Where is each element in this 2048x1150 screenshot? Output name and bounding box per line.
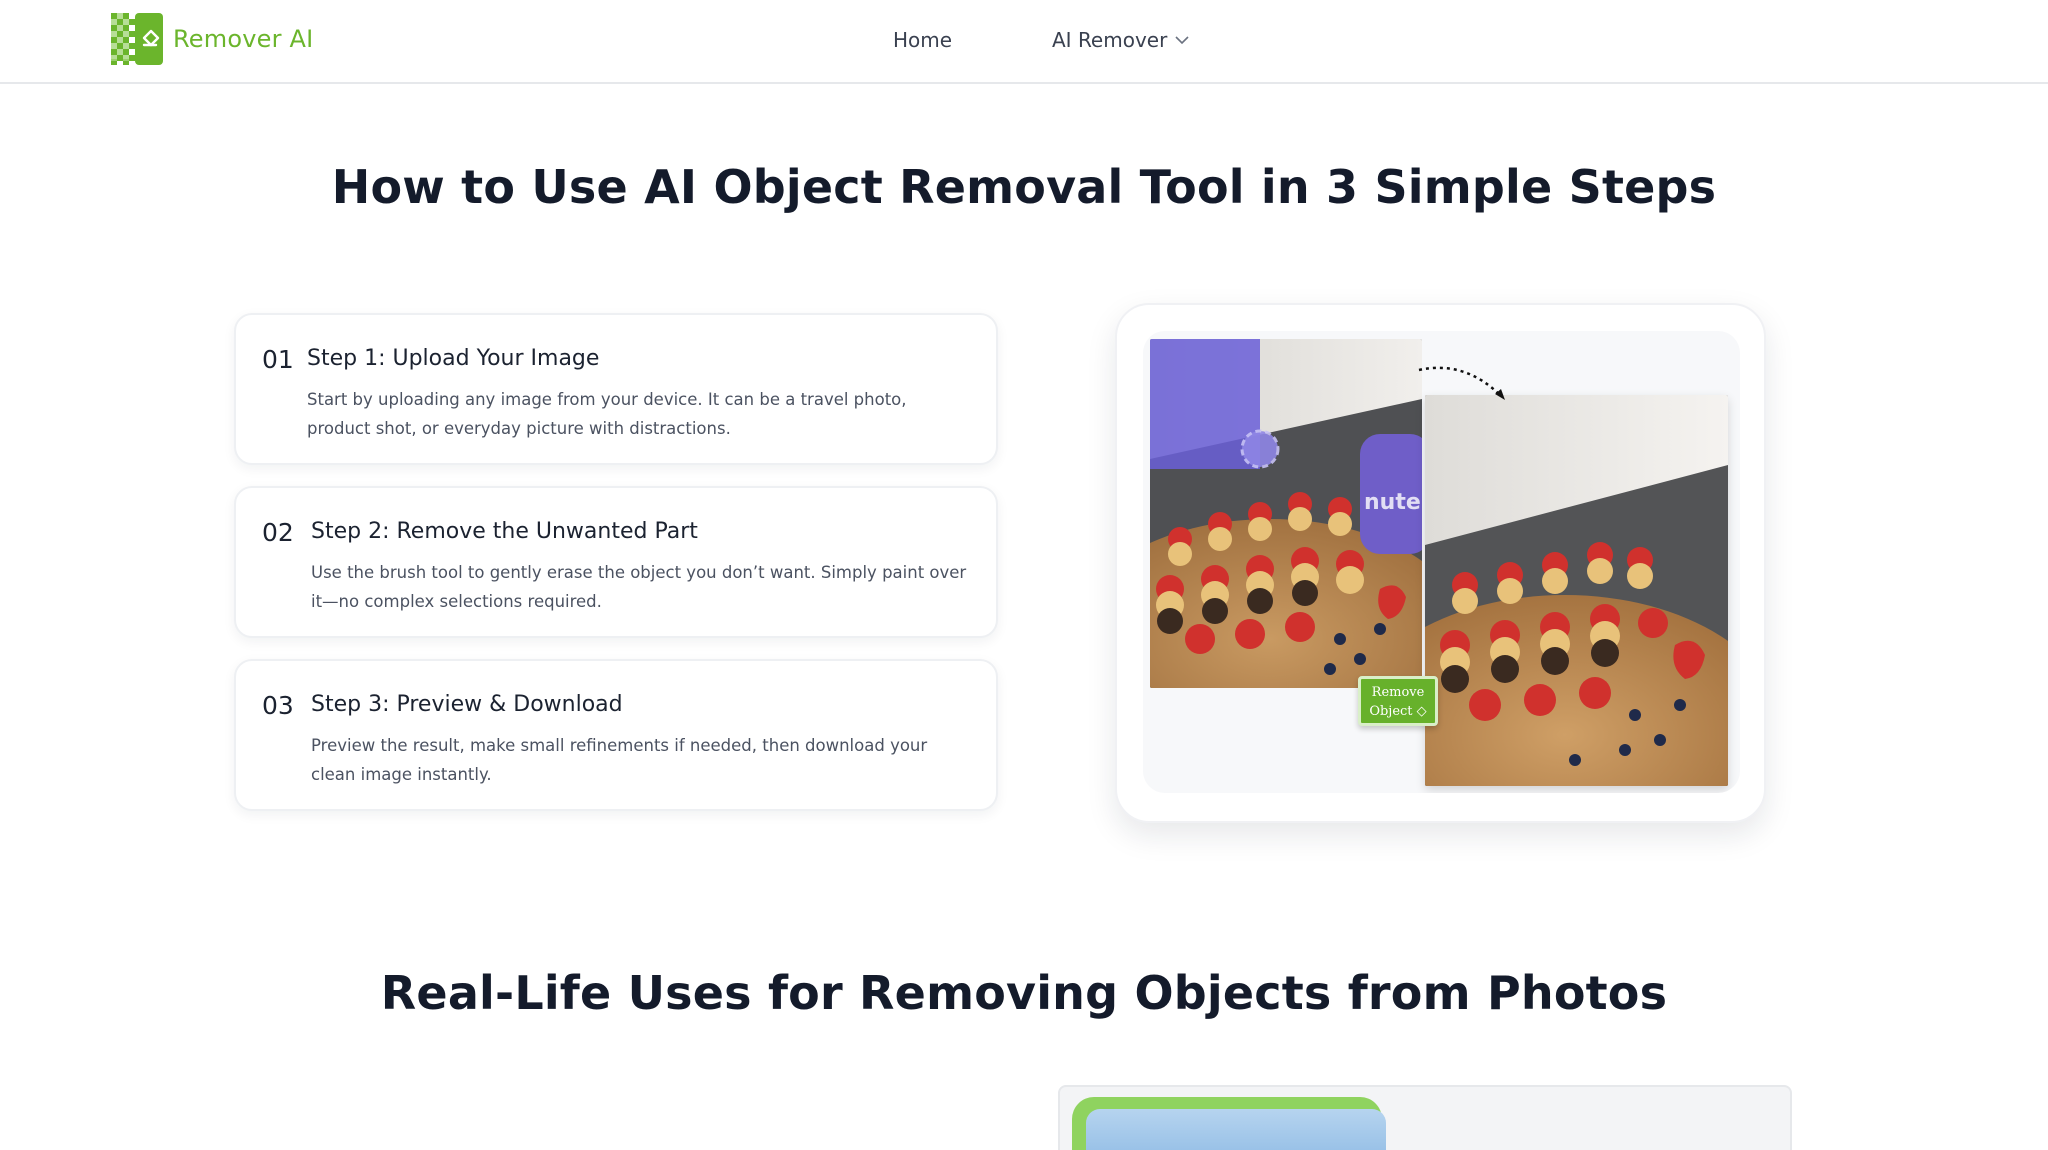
dotted-arrow-icon bbox=[1418, 366, 1505, 400]
nav-ai-remover-label: AI Remover bbox=[1052, 28, 1168, 52]
step-description: Use the brush tool to gently erase the o… bbox=[311, 563, 967, 611]
step-description: Preview the result, make small refinemen… bbox=[311, 736, 928, 784]
step-card-1: 01 Step 1: Upload Your Image Start by up… bbox=[234, 313, 998, 465]
uses-preview-photo bbox=[1086, 1109, 1386, 1150]
step-title: Step 3: Preview & Download bbox=[311, 692, 623, 717]
remove-object-line-2: Object ◇ bbox=[1361, 702, 1435, 721]
eraser-icon: ◇ bbox=[1416, 704, 1427, 719]
before-photo: nutella bbox=[1150, 339, 1422, 688]
step-description: Start by uploading any image from your d… bbox=[307, 390, 907, 438]
main-nav: Home AI Remover bbox=[0, 24, 2048, 56]
step-card-3: 03 Step 3: Preview & Download Preview th… bbox=[234, 659, 998, 811]
steps-section-title: How to Use AI Object Removal Tool in 3 S… bbox=[331, 160, 1717, 214]
nav-ai-remover-dropdown[interactable]: AI Remover bbox=[1052, 24, 1189, 56]
step-title: Step 1: Upload Your Image bbox=[307, 346, 600, 371]
uses-preview-card bbox=[1058, 1085, 1792, 1150]
svg-text:nutella: nutella bbox=[1364, 490, 1422, 515]
top-navigation-bar: Remover AI Home AI Remover bbox=[0, 0, 2048, 84]
remove-object-label-1: Remove bbox=[1371, 685, 1425, 700]
nav-home-link[interactable]: Home bbox=[893, 24, 952, 56]
step-number: 02 bbox=[262, 518, 294, 547]
remove-object-button[interactable]: Remove Object ◇ bbox=[1358, 676, 1438, 726]
step-card-2: 02 Step 2: Remove the Unwanted Part Use … bbox=[234, 486, 998, 638]
step-title: Step 2: Remove the Unwanted Part bbox=[311, 519, 698, 544]
after-photo bbox=[1425, 395, 1728, 786]
uses-section-title: Real-Life Uses for Removing Objects from… bbox=[380, 966, 1668, 1020]
step-number: 01 bbox=[262, 345, 294, 374]
chevron-down-icon bbox=[1175, 35, 1189, 44]
remove-object-label-2: Object bbox=[1369, 704, 1413, 719]
step-number: 03 bbox=[262, 691, 294, 720]
